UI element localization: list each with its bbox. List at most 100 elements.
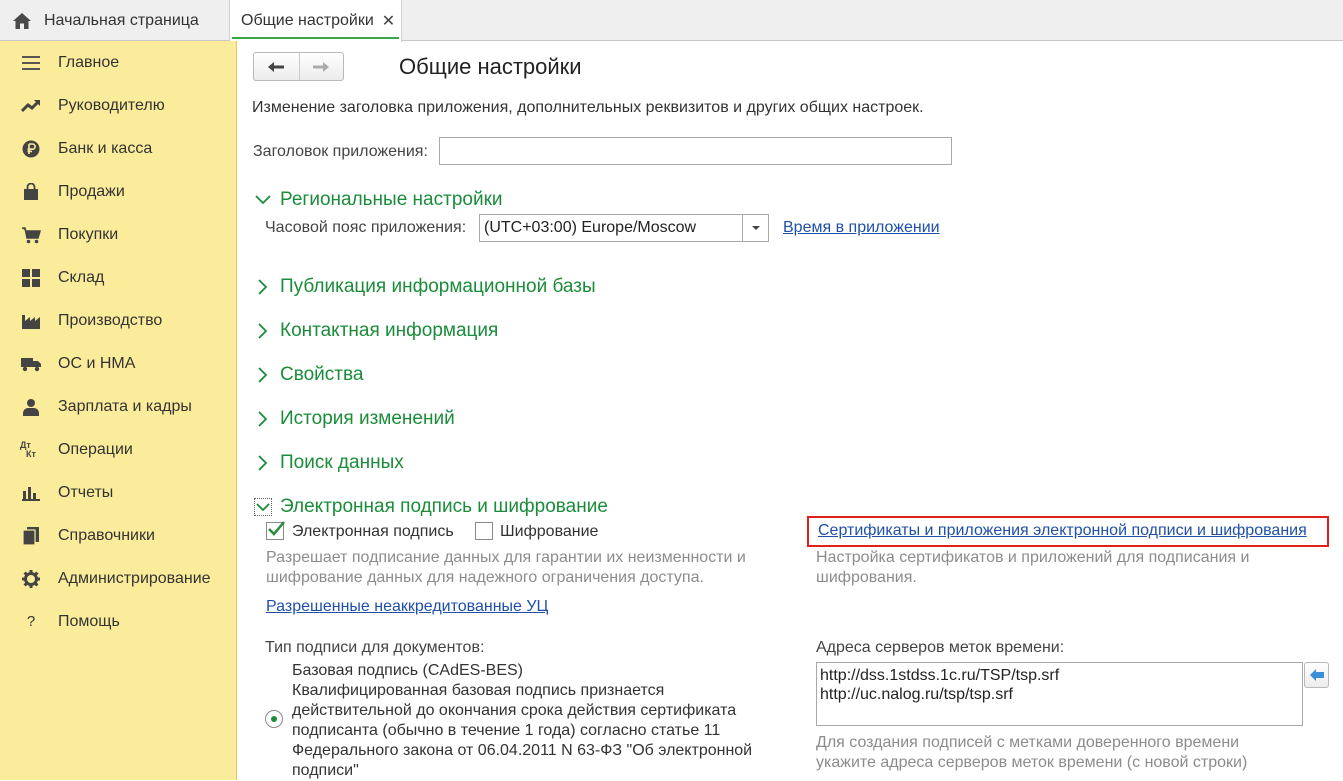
- tab-home-label: Начальная страница: [44, 11, 199, 29]
- sidebar-item-label: Операции: [58, 440, 133, 458]
- option-title: Базовая подпись (CAdES-BES): [292, 662, 523, 679]
- sidebar-item-label: Руководителю: [58, 96, 165, 114]
- section-data-search[interactable]: Поиск данных: [254, 452, 404, 474]
- sidebar-item-purchases[interactable]: Покупки: [0, 213, 236, 256]
- option-line: подписи": [292, 762, 359, 779]
- sidebar-item-label: Администрирование: [58, 569, 211, 587]
- tsp-hint-line1: Для создания подписей с метками доверенн…: [816, 734, 1240, 751]
- sidebar-item-label: Справочники: [58, 526, 155, 544]
- app-title-label: Заголовок приложения:: [253, 143, 428, 160]
- esign-hint-line2: шифрование данных для надежного ограниче…: [266, 569, 704, 586]
- tsp-servers-label: Адреса серверов меток времени:: [816, 639, 1065, 656]
- radio-selected-dot: [271, 716, 277, 722]
- sidebar-item-label: Помощь: [58, 612, 120, 630]
- checkmark-icon: [268, 521, 285, 536]
- sidebar-item-reports[interactable]: Отчеты: [0, 471, 236, 514]
- section-title: Электронная подпись и шифрование: [280, 496, 608, 517]
- timezone-label: Часовой пояс приложения:: [265, 219, 467, 236]
- timezone-select[interactable]: (UTC+03:00) Europe/Moscow: [479, 214, 769, 242]
- cert-hint-line1: Настройка сертификатов и приложений для …: [816, 549, 1250, 566]
- sidebar-item-sales[interactable]: Продажи: [0, 170, 236, 213]
- page-title: Общие настройки: [399, 54, 582, 79]
- dt-kt-icon: Дт Кт: [20, 440, 42, 460]
- chevron-right-icon: [254, 278, 272, 296]
- arrow-left-blue-icon: [1309, 669, 1324, 681]
- trend-chart-icon: [20, 96, 42, 116]
- section-title: Контактная информация: [280, 320, 499, 341]
- section-regional[interactable]: Региональные настройки: [254, 189, 503, 211]
- chevron-right-icon: [254, 410, 272, 428]
- sidebar-item-main[interactable]: Главное: [0, 41, 236, 84]
- tab-general-settings[interactable]: Общие настройки ✕: [229, 0, 402, 42]
- section-history[interactable]: История изменений: [254, 408, 455, 430]
- option-line: действительной до окончания срока действ…: [292, 702, 737, 719]
- tab-active-label: Общие настройки: [241, 12, 374, 29]
- section-properties[interactable]: Свойства: [254, 364, 363, 386]
- sidebar-item-label: ОС и НМА: [58, 354, 136, 372]
- sidebar-item-warehouse[interactable]: Склад: [0, 256, 236, 299]
- unaccredited-ca-link[interactable]: Разрешенные неаккредитованные УЦ: [266, 598, 548, 616]
- sidebar-item-bank[interactable]: Банк и касса: [0, 127, 236, 170]
- sidebar-item-label: Банк и касса: [58, 139, 153, 157]
- question-icon: ?: [26, 613, 36, 630]
- ruble-icon: [20, 139, 42, 159]
- time-in-app-link[interactable]: Время в приложении: [783, 219, 940, 237]
- sidebar-item-label: Отчеты: [58, 483, 114, 501]
- option-line: Федерального закона от 06.04.2011 N 63-Ф…: [292, 742, 753, 759]
- cades-bes-option[interactable]: Базовая подпись (CAdES-BES) Квалифициров…: [292, 661, 792, 781]
- tsp-fill-button[interactable]: [1304, 662, 1329, 688]
- sidebar-item-production[interactable]: Производство: [0, 299, 236, 342]
- tab-home[interactable]: Начальная страница: [0, 0, 224, 41]
- encryption-checkbox[interactable]: [475, 522, 493, 540]
- option-line: подписанта (обычно в течение 1 года) сог…: [292, 722, 721, 739]
- esign-hint-line1: Разрешает подписание данных для гарантии…: [266, 549, 746, 566]
- section-contact-info[interactable]: Контактная информация: [254, 320, 498, 342]
- chevron-right-icon: [254, 322, 272, 340]
- shopping-bag-icon: [20, 182, 42, 202]
- app-title-input[interactable]: [439, 137, 952, 165]
- timezone-value: (UTC+03:00) Europe/Moscow: [484, 219, 697, 236]
- sidebar-item-manager[interactable]: Руководителю: [0, 84, 236, 127]
- arrow-right-icon: [313, 61, 330, 72]
- sidebar-item-label: Склад: [58, 268, 105, 286]
- cart-icon: [20, 225, 42, 245]
- truck-icon: [20, 354, 42, 374]
- esign-checkbox[interactable]: [266, 521, 285, 540]
- chevron-down-icon: [254, 191, 272, 209]
- arrow-left-icon: [268, 61, 285, 72]
- menu-lines-icon: [20, 53, 42, 73]
- sidebar-item-salary[interactable]: Зарплата и кадры: [0, 385, 236, 428]
- section-title: Поиск данных: [280, 452, 404, 473]
- warehouse-grid-icon: [20, 268, 42, 288]
- sidebar-item-label: Производство: [58, 311, 163, 329]
- sidebar-item-label: Главное: [58, 53, 120, 71]
- close-icon[interactable]: ✕: [382, 11, 395, 31]
- certificates-link[interactable]: Сертификаты и приложения электронной под…: [818, 522, 1307, 540]
- sidebar-item-label: Зарплата и кадры: [58, 397, 192, 415]
- section-title: Свойства: [280, 364, 364, 385]
- chevron-down-icon: [254, 498, 272, 516]
- sidebar-item-assets[interactable]: ОС и НМА: [0, 342, 236, 385]
- sidebar-item-directories[interactable]: Справочники: [0, 514, 236, 557]
- esign-label: Электронная подпись: [292, 523, 454, 540]
- bar-chart-icon: [20, 483, 42, 503]
- cert-hint-line2: шифрования.: [816, 569, 917, 586]
- section-title: Публикация информационной базы: [280, 276, 596, 297]
- sidebar-item-label: Покупки: [58, 225, 119, 243]
- main-content: Общие настройки Изменение заголовка прил…: [238, 41, 1343, 780]
- dropdown-arrow-icon[interactable]: [742, 215, 768, 241]
- tsp-servers-textarea[interactable]: http://dss.1stdss.1c.ru/TSP/tsp.srf http…: [816, 662, 1303, 726]
- gear-icon: [20, 569, 42, 589]
- cades-bes-radio[interactable]: [265, 710, 283, 728]
- back-button[interactable]: [254, 53, 299, 80]
- section-publication[interactable]: Публикация информационной базы: [254, 276, 596, 298]
- sidebar: Главное Руководителю Банк и касса Продаж…: [0, 41, 237, 780]
- forward-button[interactable]: [298, 53, 344, 80]
- signature-type-label: Тип подписи для документов:: [265, 639, 485, 656]
- sidebar-item-help[interactable]: ? Помощь: [0, 600, 236, 643]
- sidebar-item-operations[interactable]: Дт Кт Операции: [0, 428, 236, 471]
- active-tab-indicator: [232, 37, 399, 39]
- sidebar-item-admin[interactable]: Администрирование: [0, 557, 236, 600]
- section-esign[interactable]: Электронная подпись и шифрование: [254, 496, 608, 518]
- sidebar-item-label: Продажи: [58, 182, 125, 200]
